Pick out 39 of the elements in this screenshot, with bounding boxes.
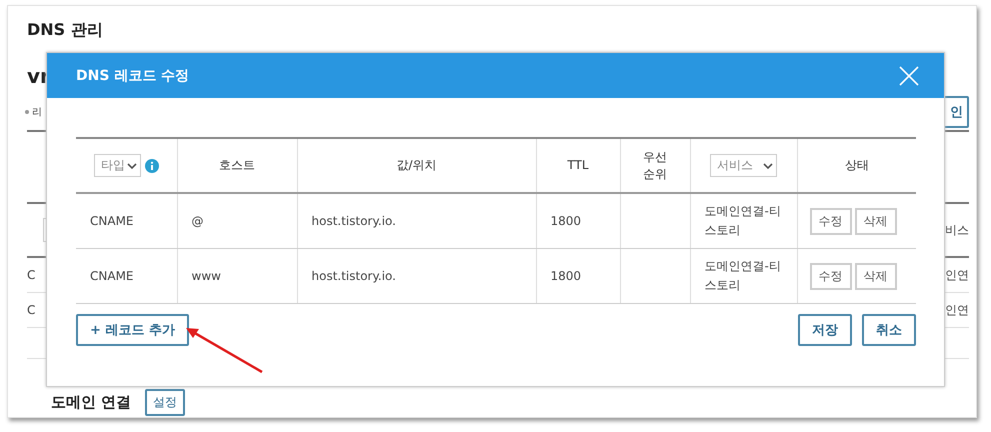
table-cell: CNAME	[90, 268, 134, 282]
edit-button[interactable]: 수정	[810, 262, 852, 290]
column-header: 호스트	[219, 158, 255, 172]
edit-button[interactable]: 수정	[810, 208, 852, 234]
table-cell: C	[27, 268, 36, 282]
bullet-icon	[25, 110, 29, 114]
chevron-icon	[762, 162, 773, 170]
page-title: DNS 관리	[27, 20, 104, 41]
table-cell: 1800	[550, 214, 582, 228]
type-select[interactable]: 타입	[94, 154, 141, 177]
table-cell: 도메인연결-티 스토리	[704, 204, 781, 237]
table-cell: www	[192, 268, 221, 282]
table-cell: 도메인연결-티 스토리	[704, 259, 781, 292]
table-cell: host.tistory.io.	[312, 268, 396, 282]
table-cell: 1800	[550, 268, 582, 282]
delete-button[interactable]: 삭제	[854, 208, 896, 234]
column-header: 값/위치	[396, 158, 437, 172]
table-cell: 인연	[945, 266, 969, 284]
column-header: 비스	[945, 222, 969, 238]
bullet-text: 리	[32, 106, 42, 119]
column-header: 우선 순위	[643, 150, 667, 180]
settings-button[interactable]: 설정	[145, 389, 186, 416]
cancel-button[interactable]: 취소	[862, 314, 916, 346]
domain-connect-label: 도메인 연결	[51, 393, 132, 412]
column-header: TTL	[567, 158, 589, 172]
table-cell: 인연	[945, 302, 969, 318]
close-icon[interactable]	[899, 66, 919, 86]
table-cell: host.tistory.io.	[312, 214, 396, 228]
table-cell: C	[27, 303, 36, 317]
save-button[interactable]: 저장	[798, 314, 852, 346]
table-cell: @	[192, 214, 204, 228]
chevron-icon	[126, 162, 137, 170]
service-select[interactable]: 서비스	[710, 154, 777, 177]
column-header: 상태	[844, 158, 869, 172]
info-icon	[144, 158, 159, 172]
add-record-button[interactable]: + 레코드 추가	[76, 314, 189, 346]
delete-button[interactable]: 삭제	[854, 262, 896, 290]
table-cell: CNAME	[90, 214, 134, 228]
dialog-title: DNS 레코드 수정	[76, 66, 190, 84]
